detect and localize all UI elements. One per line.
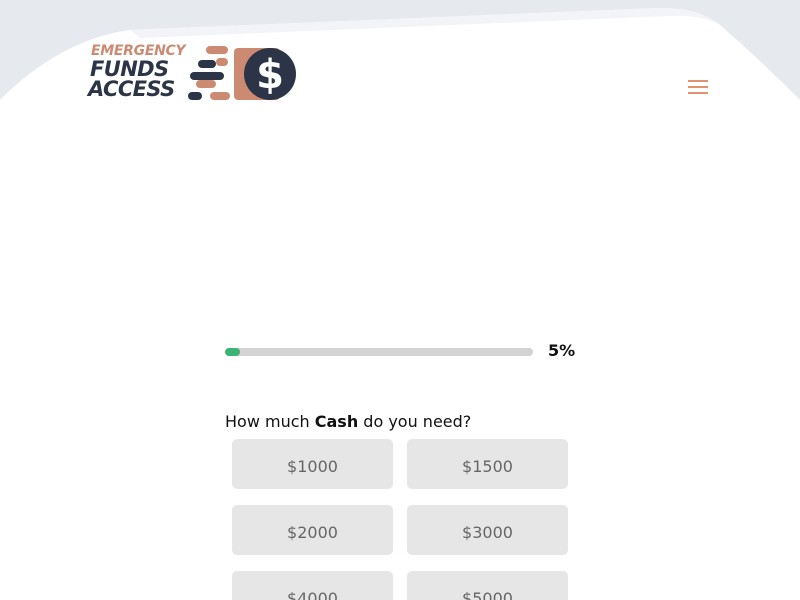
dollar-speed-icon: $: [188, 46, 296, 100]
progress-percent-label: 5%: [548, 341, 576, 360]
progress-bar: 5%: [225, 340, 580, 362]
page: EMERGENCY FUNDS ACCESS $ 5% How much Cas…: [0, 0, 800, 600]
amount-option-1500[interactable]: $1500: [407, 439, 568, 489]
menu-bar-bottom: [688, 92, 708, 94]
header: EMERGENCY FUNDS ACCESS $: [0, 0, 800, 110]
amount-option-3000[interactable]: $3000: [407, 505, 568, 555]
logo[interactable]: EMERGENCY FUNDS ACCESS $: [88, 42, 298, 104]
svg-text:$: $: [256, 52, 284, 98]
question-heading: How much Cash do you need?: [225, 412, 471, 431]
amount-option-4000[interactable]: $4000: [232, 571, 393, 600]
question-suffix: do you need?: [358, 412, 472, 431]
amount-option-5000[interactable]: $5000: [407, 571, 568, 600]
menu-bar-middle: [688, 86, 708, 88]
amount-option-2000[interactable]: $2000: [232, 505, 393, 555]
amount-option-1000[interactable]: $1000: [232, 439, 393, 489]
menu-bar-top: [688, 80, 708, 82]
logo-line-emergency: EMERGENCY: [91, 43, 186, 59]
hamburger-menu-icon[interactable]: [686, 78, 710, 96]
logo-line-access: ACCESS: [88, 77, 175, 101]
question-emphasis: Cash: [314, 412, 359, 431]
progress-fill: [225, 348, 241, 356]
progress-track: [225, 348, 533, 356]
question-prefix: How much: [225, 412, 315, 431]
